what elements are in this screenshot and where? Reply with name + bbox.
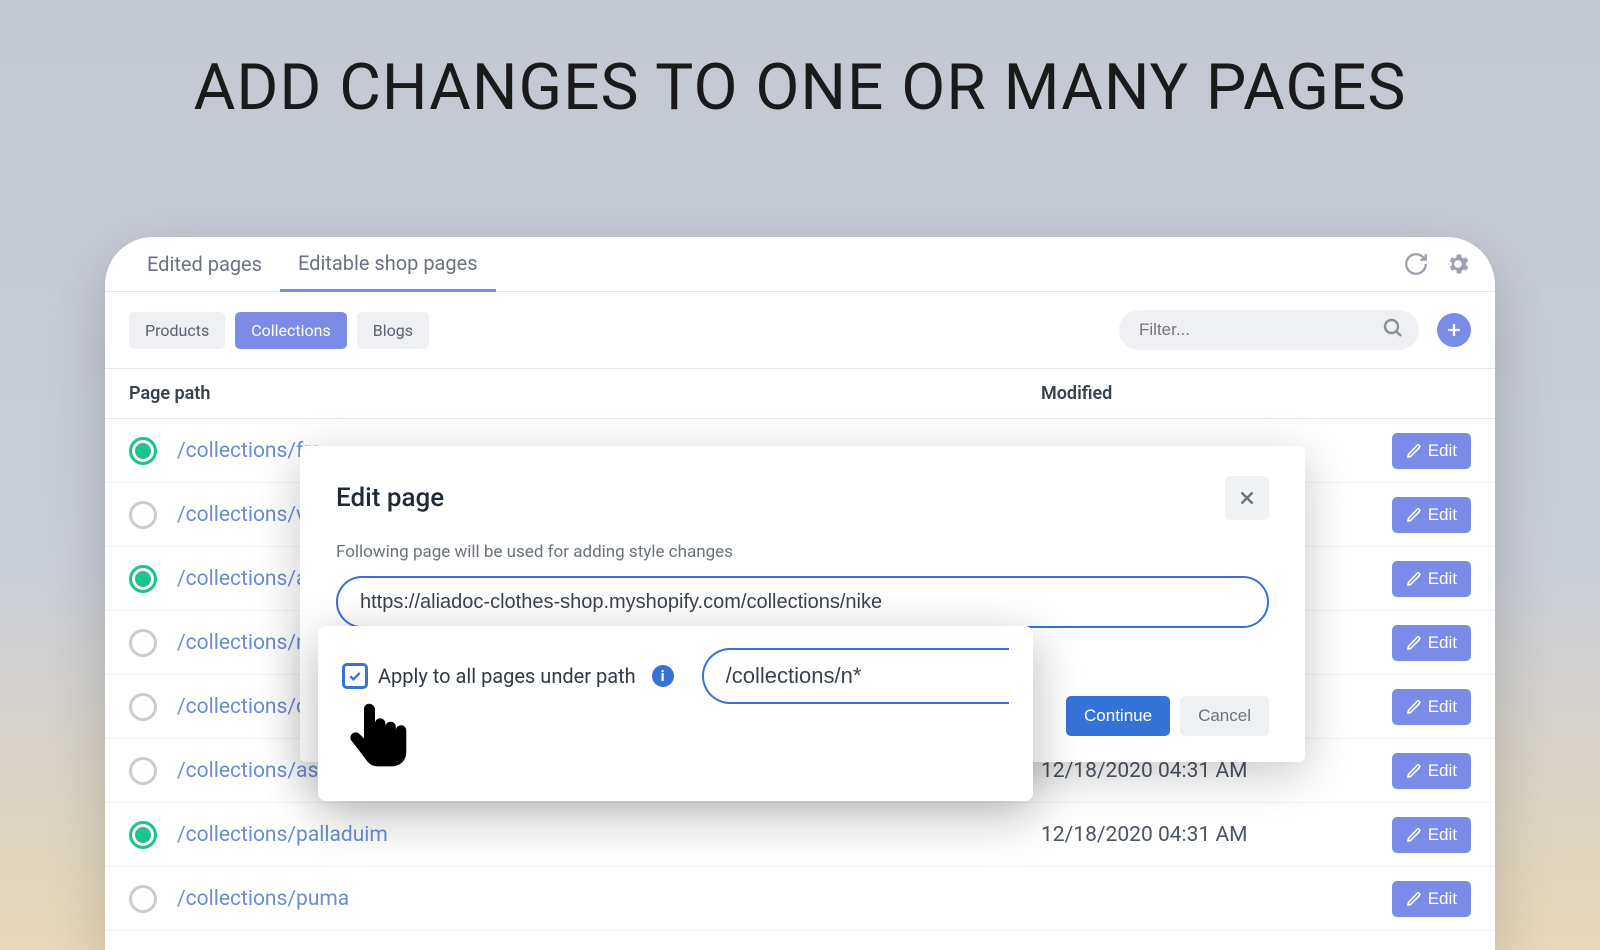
edit-button[interactable]: Edit <box>1392 817 1471 853</box>
edit-button[interactable]: Edit <box>1392 433 1471 469</box>
status-indicator <box>129 565 157 593</box>
status-indicator <box>129 693 157 721</box>
edit-button[interactable]: Edit <box>1392 625 1471 661</box>
page-url-input[interactable] <box>336 576 1269 628</box>
page-path-link[interactable]: /collections/ad <box>177 567 319 591</box>
edit-button[interactable]: Edit <box>1392 561 1471 597</box>
add-button[interactable] <box>1437 313 1471 347</box>
cancel-button[interactable]: Cancel <box>1180 696 1269 736</box>
edit-button[interactable]: Edit <box>1392 753 1471 789</box>
filter-input[interactable] <box>1119 310 1419 350</box>
status-indicator <box>129 885 157 913</box>
modified-cell: 12/18/2020 04:31 AM <box>1041 759 1381 783</box>
info-icon[interactable]: i <box>652 665 674 687</box>
edit-button[interactable]: Edit <box>1392 689 1471 725</box>
status-indicator <box>129 501 157 529</box>
chip-collections[interactable]: Collections <box>235 312 347 349</box>
status-indicator <box>129 757 157 785</box>
edit-button[interactable]: Edit <box>1392 881 1471 917</box>
tab-edited-pages[interactable]: Edited pages <box>129 238 280 290</box>
filter-input-wrap <box>1119 310 1419 350</box>
gear-icon[interactable] <box>1445 251 1471 277</box>
headline: ADD CHANGES TO ONE OR MANY PAGES <box>0 50 1600 125</box>
table-head: Page path Modified <box>105 368 1495 419</box>
cursor-hand-icon <box>340 698 410 786</box>
chip-blogs[interactable]: Blogs <box>357 312 429 349</box>
status-indicator <box>129 629 157 657</box>
modal-subtext: Following page will be used for adding s… <box>336 542 1269 562</box>
filter-row: Products Collections Blogs <box>105 292 1495 368</box>
page-path-link[interactable]: /collections/va <box>177 503 317 527</box>
status-indicator <box>129 821 157 849</box>
page-path-link[interactable]: /collections/co <box>177 695 319 719</box>
edit-button[interactable]: Edit <box>1392 497 1471 533</box>
col-page-path: Page path <box>129 383 1041 404</box>
table-row: /collections/puma Edit <box>105 867 1495 931</box>
page-path-link[interactable]: /collections/puma <box>177 887 349 911</box>
table-row: /collections/palladuim 12/18/2020 04:31 … <box>105 803 1495 867</box>
modified-cell: 12/18/2020 04:31 AM <box>1041 823 1381 847</box>
modal-title: Edit page <box>336 483 1225 513</box>
close-button[interactable] <box>1225 476 1269 520</box>
tab-editable-shop-pages[interactable]: Editable shop pages <box>280 237 496 292</box>
page-path-link[interactable]: /collections/palladuim <box>177 823 388 847</box>
refresh-icon[interactable] <box>1403 251 1429 277</box>
apply-all-label: Apply to all pages under path <box>378 664 636 688</box>
col-modified: Modified <box>1041 383 1381 404</box>
chip-products[interactable]: Products <box>129 312 225 349</box>
apply-all-checkbox[interactable] <box>342 663 368 689</box>
continue-button[interactable]: Continue <box>1066 696 1170 736</box>
path-pattern-input[interactable] <box>702 648 1009 704</box>
tabs-row: Edited pages Editable shop pages <box>105 237 1495 292</box>
search-icon[interactable] <box>1381 316 1405 344</box>
status-indicator <box>129 437 157 465</box>
page-path-link[interactable]: /collections/ni <box>177 631 313 655</box>
apply-path-callout: Apply to all pages under path i <box>318 626 1033 801</box>
